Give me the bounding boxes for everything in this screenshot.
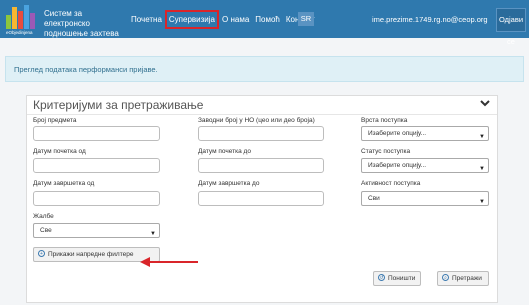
info-banner-text: Преглед података перформанси пријаве. bbox=[14, 65, 158, 74]
procedure-type-value: Изаберите опцију... bbox=[368, 130, 427, 137]
logo-text: eObjedinjena bbox=[6, 30, 33, 35]
procedure-activity-select[interactable]: Сви ▼ bbox=[361, 191, 489, 206]
end-date-from-input[interactable] bbox=[33, 191, 160, 206]
end-date-from-label: Датум завршетка од bbox=[33, 180, 95, 187]
plus-circle-icon: + bbox=[38, 249, 45, 257]
complaints-label: Жалбе bbox=[33, 213, 54, 220]
search-icon: ⌕ bbox=[442, 273, 449, 281]
search-button[interactable]: ⌕ Претражи bbox=[437, 271, 489, 286]
reset-button[interactable]: ↺ Поништи bbox=[373, 271, 421, 286]
dropdown-arrow-icon: ▼ bbox=[479, 134, 485, 140]
procedure-type-label: Врста поступка bbox=[361, 117, 408, 124]
complaints-value: Све bbox=[40, 227, 52, 234]
procedure-activity-value: Сви bbox=[368, 195, 380, 202]
main-nav: Почетна Супервизија О нама Помоћ Контакт bbox=[128, 10, 318, 29]
dropdown-arrow-icon: ▼ bbox=[479, 166, 485, 172]
entry-number-input[interactable] bbox=[198, 126, 324, 141]
chevron-down-icon[interactable] bbox=[479, 97, 491, 109]
nav-about[interactable]: О нама bbox=[219, 12, 252, 27]
dropdown-arrow-icon: ▼ bbox=[479, 199, 485, 205]
entry-number-label: Заводни број у НО (цео или део броја) bbox=[198, 117, 315, 124]
start-date-to-input[interactable] bbox=[198, 158, 324, 173]
panel-title: Критеријуми за претраживање bbox=[33, 98, 204, 112]
search-button-label: Претражи bbox=[452, 275, 482, 282]
annotation-arrow-icon bbox=[140, 257, 198, 267]
user-email: ime.prezime.1749.rg.no@ceop.org bbox=[372, 15, 488, 24]
app-title: Систем за електронско подношење захтева bbox=[44, 9, 119, 38]
dropdown-arrow-icon: ▼ bbox=[150, 231, 156, 237]
search-criteria-panel: Критеријуми за претраживање Број предмет… bbox=[26, 95, 498, 303]
reset-icon: ↺ bbox=[378, 273, 385, 281]
start-date-from-label: Датум почетка од bbox=[33, 148, 86, 155]
logo[interactable]: eObjedinjena bbox=[4, 3, 40, 35]
reset-button-label: Поништи bbox=[388, 275, 416, 282]
end-date-to-label: Датум завршетка до bbox=[198, 180, 260, 187]
start-date-from-input[interactable] bbox=[33, 158, 160, 173]
complaints-select[interactable]: Све ▼ bbox=[33, 223, 160, 238]
case-number-input[interactable] bbox=[33, 126, 160, 141]
nav-help[interactable]: Помоћ bbox=[252, 12, 283, 27]
nav-home[interactable]: Почетна bbox=[128, 12, 165, 27]
info-banner: Преглед података перформанси пријаве. bbox=[5, 56, 524, 82]
procedure-type-select[interactable]: Изаберите опцију... ▼ bbox=[361, 126, 489, 141]
language-button[interactable]: SR bbox=[298, 12, 314, 26]
procedure-status-label: Статус поступка bbox=[361, 148, 411, 155]
nav-supervision[interactable]: Супервизија bbox=[164, 10, 220, 29]
case-number-label: Број предмета bbox=[33, 117, 77, 124]
show-advanced-filters-label: Прикажи напредне филтере bbox=[48, 251, 134, 258]
start-date-to-label: Датум почетка до bbox=[198, 148, 251, 155]
logout-button[interactable]: Одјави се bbox=[496, 8, 526, 46]
top-bar: eObjedinjena Систем за електронско подно… bbox=[0, 0, 529, 46]
procedure-status-select[interactable]: Изаберите опцију... ▼ bbox=[361, 158, 489, 173]
procedure-activity-label: Активност поступка bbox=[361, 180, 421, 187]
end-date-to-input[interactable] bbox=[198, 191, 324, 206]
panel-divider bbox=[27, 114, 497, 115]
procedure-status-value: Изаберите опцију... bbox=[368, 162, 427, 169]
